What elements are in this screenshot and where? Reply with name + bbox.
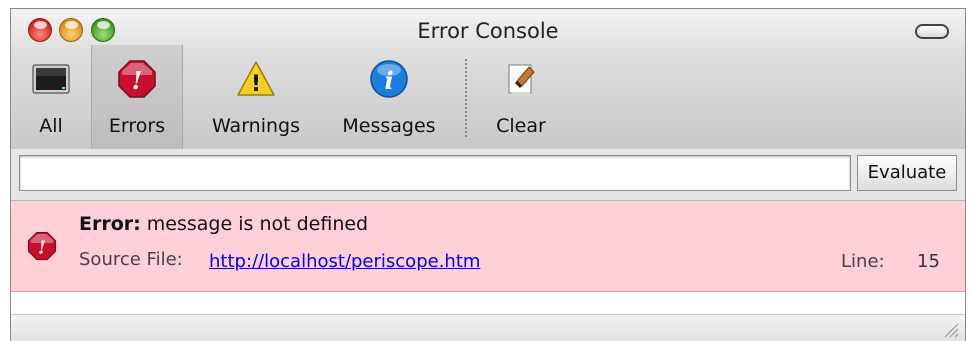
- eraser-icon: [508, 64, 535, 95]
- toolbar-errors-label: Errors: [108, 115, 166, 137]
- toolbar-all-button[interactable]: All: [11, 45, 91, 149]
- source-file-link[interactable]: http://localhost/periscope.htm: [209, 251, 480, 272]
- error-message-row[interactable]: ! Error: message is not defined Source F…: [11, 201, 965, 292]
- status-bar: [11, 315, 965, 341]
- line-label: Line:: [841, 251, 885, 272]
- toolbar-messages-button[interactable]: i Messages: [329, 45, 449, 149]
- toolbar-toggle-button[interactable]: [915, 24, 949, 39]
- warning-icon: !: [237, 61, 275, 97]
- error-stop-icon: !: [27, 231, 57, 261]
- resize-grip-icon[interactable]: [941, 320, 959, 338]
- message-list-empty-row: [11, 292, 965, 315]
- error-stop-icon: !: [118, 60, 156, 98]
- toolbar-warnings-label: Warnings: [211, 115, 300, 137]
- evaluate-input[interactable]: [19, 155, 851, 191]
- window-title: Error Console: [417, 19, 559, 43]
- monitor-icon: [32, 64, 70, 94]
- error-type-label: Error:: [79, 213, 141, 235]
- toolbar-clear-button[interactable]: Clear: [481, 45, 561, 149]
- toolbar-errors-button[interactable]: ! Errors: [91, 45, 183, 149]
- toolbar-separator: [465, 59, 467, 137]
- toolbar: All ! Errors ! Warnings i Messages Clear: [11, 45, 965, 150]
- source-file-label: Source File:: [79, 249, 183, 270]
- toolbar-clear-label: Clear: [496, 115, 546, 137]
- toolbar-all-label: All: [39, 115, 63, 137]
- info-icon: i: [370, 60, 408, 98]
- error-text: message is not defined: [146, 213, 369, 235]
- line-number: 15: [917, 251, 940, 272]
- evaluate-bar: Evaluate: [11, 149, 965, 201]
- evaluate-button[interactable]: Evaluate: [857, 155, 957, 191]
- svg-text:i: i: [384, 66, 393, 95]
- svg-text:!: !: [251, 72, 261, 97]
- error-console-window: Error Console All ! Errors ! Warnings i …: [10, 8, 966, 341]
- error-message-text: Error: message is not defined: [79, 213, 368, 235]
- svg-text:!: !: [132, 66, 143, 95]
- svg-text:!: !: [38, 238, 46, 259]
- toolbar-messages-label: Messages: [342, 115, 436, 137]
- toolbar-warnings-button[interactable]: ! Warnings: [197, 45, 315, 149]
